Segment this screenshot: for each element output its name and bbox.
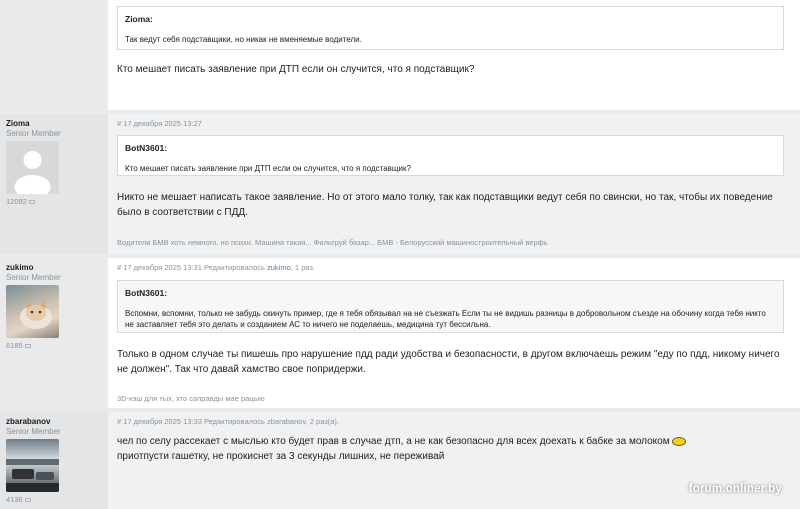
post-text-line-2: приотпусти гашетку, не прокиснет за 3 се… [117,451,445,462]
author-name[interactable]: Zioma [6,119,108,128]
post-1-sidebar: Zioma Senior Member 12092 [0,114,108,254]
quote-author: Zioma: [125,14,153,24]
post-text: Только в одном случае ты пишешь про нару… [117,349,780,375]
message-icon [28,200,35,205]
smiley-icon [672,436,687,446]
post-meta[interactable]: # 17 декабря 2025 13:31 Редактировалось … [117,263,315,272]
quote-text: Вспомни, вспомни, только не забудь скину… [125,309,766,329]
post-meta[interactable]: # 17 декабря 2025 13:27 [117,119,202,128]
post-text: чел по селу рассекает с мыслью кто будет… [117,434,740,464]
quote-author: BotN3601: [125,288,168,298]
post-count-value: 12092 [6,197,27,206]
quote-text: Так ведут себя подставщики, но никак не … [125,35,362,44]
default-avatar-icon [14,151,51,194]
post-1-body: # 17 декабря 2025 13:27 BotN3601: Кто ме… [108,114,800,254]
editor-link[interactable]: zukimo [267,263,291,272]
post-meta[interactable]: # 17 декабря 2025 13:33 Редактировалось … [117,417,339,426]
author-name[interactable]: zbarabanov [6,417,108,426]
signature: Водители БМВ хоть немного, но психи. Маш… [117,238,548,247]
post-0-sidebar [0,0,108,110]
message-icon [24,498,31,503]
post-count-value: 6185 [6,341,23,350]
author-rank: Senior Member [6,427,61,436]
post-2-sidebar: zukimo Senior Member 6185 [0,258,108,408]
cat-avatar-image [20,299,52,329]
post-0-body: Zioma: Так ведут себя подставщики, но ни… [108,0,800,110]
quote-text: Кто мешает писать заявление при ДТП если… [125,164,411,173]
meta-date: # 17 декабря 2025 13:31 Редактировалось [117,263,267,272]
post-3: zbarabanov Senior Member 4136 # 17 декаб… [0,412,800,509]
post-count[interactable]: 4136 [6,495,108,504]
post-2-body: # 17 декабря 2025 13:31 Редактировалось … [108,258,800,408]
post-0: Zioma: Так ведут себя подставщики, но ни… [0,0,800,110]
post-text: Кто мешает писать заявление при ДТП если… [117,64,475,75]
post-text: Никто не мешает написать такое заявление… [117,192,773,218]
post-count[interactable]: 6185 [6,341,108,350]
post-1: Zioma Senior Member 12092 # 17 декабря 2… [0,114,800,254]
quote-block: BotN3601: Вспомни, вспомни, только не за… [117,280,784,333]
post-3-sidebar: zbarabanov Senior Member 4136 [0,412,108,509]
post-2: zukimo Senior Member 6185 # 17 декабря 2… [0,258,800,408]
street-avatar-image [6,459,59,492]
message-icon [24,344,31,349]
meta-edits: , 1 раз. [290,263,315,272]
avatar[interactable] [6,439,59,492]
author-rank: Senior Member [6,273,61,282]
author-name[interactable]: zukimo [6,263,108,272]
quote-block: BotN3601: Кто мешает писать заявление пр… [117,135,784,176]
avatar[interactable] [6,285,59,338]
quote-author: BotN3601: [125,143,168,153]
author-rank: Senior Member [6,129,61,138]
site-watermark: forum.onliner.by [688,483,782,495]
avatar[interactable] [6,141,59,194]
quote-block: Zioma: Так ведут себя подставщики, но ни… [117,6,784,50]
post-count[interactable]: 12092 [6,197,108,206]
signature: 3D-кэш для тых, хто саправды мае рацыю [117,394,265,403]
post-text-line-1: чел по селу рассекает с мыслью кто будет… [117,436,670,447]
post-count-value: 4136 [6,495,23,504]
